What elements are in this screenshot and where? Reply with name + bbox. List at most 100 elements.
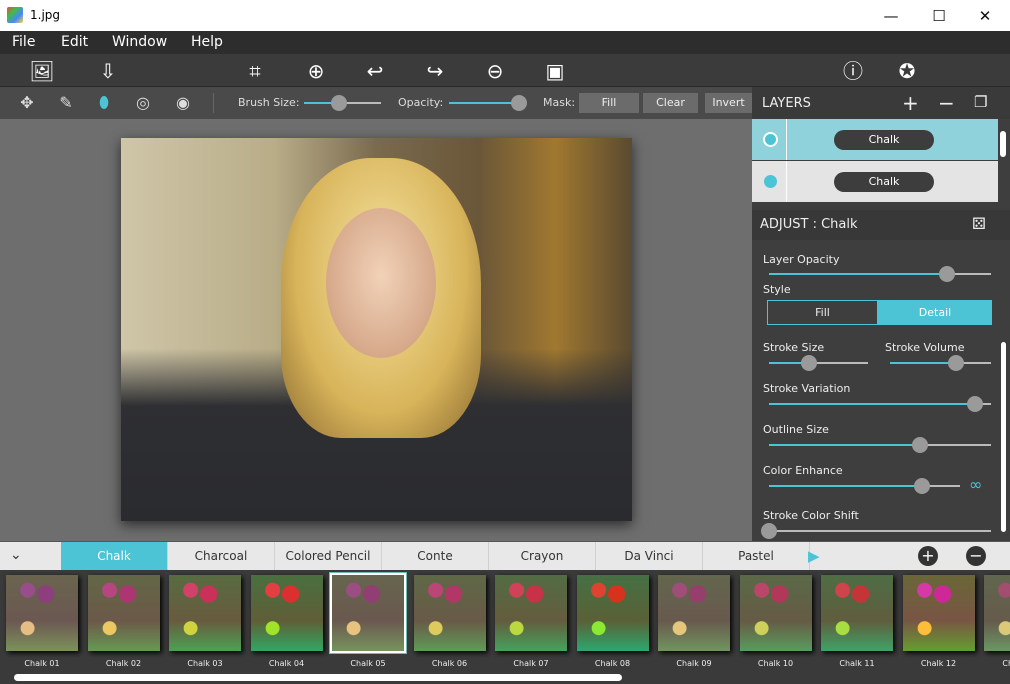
- redo-icon[interactable]: ↪: [422, 58, 448, 84]
- divider: [213, 93, 214, 113]
- style-fill-button[interactable]: Fill: [767, 300, 878, 325]
- tabs-next-icon[interactable]: ▶: [808, 547, 820, 565]
- brush-size-slider[interactable]: [304, 95, 381, 111]
- brush-target-icon[interactable]: ◎: [132, 93, 154, 113]
- zoom-in-icon[interactable]: ⊕: [303, 58, 329, 84]
- crop-icon[interactable]: ⌗: [242, 58, 268, 84]
- tab-chalk[interactable]: Chalk: [61, 542, 168, 571]
- menu-file[interactable]: File: [12, 34, 35, 50]
- undo-icon[interactable]: ↩: [362, 58, 388, 84]
- image-face: [326, 208, 436, 358]
- adjust-scrollbar[interactable]: [1001, 342, 1006, 532]
- brush-tool-icon[interactable]: ✎: [55, 93, 77, 113]
- opacity-slider[interactable]: [449, 95, 527, 111]
- stroke-color-shift-label: Stroke Color Shift: [763, 509, 859, 522]
- add-layer-icon[interactable]: +: [902, 91, 919, 115]
- color-enhance-slider[interactable]: [769, 478, 960, 494]
- zoom-out-icon[interactable]: ⊖: [482, 58, 508, 84]
- tab-charcoal[interactable]: Charcoal: [168, 542, 275, 571]
- stroke-variation-label: Stroke Variation: [763, 382, 851, 395]
- maximize-button[interactable]: ☐: [916, 4, 962, 28]
- app-icon: [7, 7, 23, 23]
- stroke-variation-slider[interactable]: [769, 396, 991, 412]
- style-label: Style: [763, 283, 791, 296]
- randomize-dice-icon[interactable]: ⚄: [972, 214, 986, 233]
- layer-visibility-toggle[interactable]: [764, 175, 777, 188]
- add-preset-icon[interactable]: +: [918, 546, 938, 566]
- layer-visibility-toggle[interactable]: [763, 132, 778, 147]
- tab-colored-pencil[interactable]: Colored Pencil: [275, 542, 382, 571]
- mask-target-icon[interactable]: ◉: [172, 93, 194, 113]
- mask-invert-button[interactable]: Invert: [705, 93, 752, 113]
- preset-thumbnail[interactable]: [821, 575, 893, 651]
- canvas-image[interactable]: [121, 138, 632, 521]
- layer-name: Chalk: [834, 130, 934, 150]
- preset-name: Chalk 10: [757, 659, 794, 668]
- outline-size-slider[interactable]: [769, 437, 991, 453]
- menu-help[interactable]: Help: [191, 34, 223, 50]
- preset-name: Chalk 02: [105, 659, 142, 668]
- minimize-button[interactable]: —: [868, 4, 914, 28]
- menu-bar: File Edit Window Help: [0, 31, 1010, 54]
- mask-fill-button[interactable]: Fill: [579, 93, 639, 113]
- save-icon[interactable]: ⇩: [95, 58, 121, 84]
- layer-item[interactable]: Chalk: [752, 119, 998, 160]
- preset-name: Chalk 12: [920, 659, 957, 668]
- tool-options-bar: ✥ ✎ ⬮ ◎ ◉ Brush Size: Opacity: Mask: Fil…: [0, 87, 752, 119]
- fit-image-icon[interactable]: ▣: [542, 58, 568, 84]
- window-title: 1.jpg: [30, 8, 61, 22]
- duplicate-layer-icon[interactable]: ❐: [974, 93, 987, 111]
- tab-crayon[interactable]: Crayon: [489, 542, 596, 571]
- style-detail-button[interactable]: Detail: [878, 300, 992, 325]
- preset-thumbnail[interactable]: [984, 575, 1010, 651]
- remove-preset-icon[interactable]: −: [966, 546, 986, 566]
- layers-header: LAYERS + − ❐: [752, 87, 1010, 119]
- preset-thumbnail[interactable]: [250, 575, 323, 651]
- preset-name: Chalk 04: [268, 659, 305, 668]
- title-bar: 1.jpg — ☐ ✕: [0, 0, 1010, 31]
- link-icon[interactable]: ∞: [969, 475, 982, 494]
- eraser-tool-icon[interactable]: ⬮: [93, 93, 115, 113]
- stroke-size-slider[interactable]: [769, 355, 868, 371]
- preset-thumbnail[interactable]: [330, 573, 406, 653]
- preset-name: Chalk 06: [431, 659, 468, 668]
- layer-opacity-slider[interactable]: [769, 266, 991, 282]
- layers-scrollbar[interactable]: [1000, 131, 1006, 157]
- preset-thumbnail[interactable]: [739, 575, 812, 651]
- mask-clear-button[interactable]: Clear: [643, 93, 698, 113]
- preset-thumbnail[interactable]: [495, 575, 567, 651]
- preset-name: Chalk 08: [594, 659, 631, 668]
- tab-conte[interactable]: Conte: [382, 542, 489, 571]
- settings-icon[interactable]: ✪: [894, 58, 920, 84]
- stroke-color-shift-slider[interactable]: [761, 523, 991, 539]
- preset-thumbnail[interactable]: [87, 575, 160, 651]
- collapse-chevron-icon[interactable]: ⌄: [10, 547, 22, 563]
- stroke-size-label: Stroke Size: [763, 341, 825, 354]
- preset-name: Chalk 05: [350, 659, 386, 668]
- move-tool-icon[interactable]: ✥: [16, 93, 38, 113]
- remove-layer-icon[interactable]: −: [938, 91, 955, 115]
- preset-thumbnail[interactable]: [902, 575, 975, 651]
- open-image-icon[interactable]: 🖼: [29, 58, 55, 84]
- preset-scrollbar[interactable]: [14, 674, 622, 681]
- info-icon[interactable]: ⓘ: [840, 58, 866, 84]
- preset-thumbnail[interactable]: [576, 575, 649, 651]
- preset-thumbnail[interactable]: [658, 575, 730, 651]
- tab-da-vinci[interactable]: Da Vinci: [596, 542, 703, 571]
- color-enhance-label: Color Enhance: [763, 464, 843, 477]
- preset-name: Chalk 13: [1002, 659, 1010, 668]
- menu-window[interactable]: Window: [112, 34, 167, 50]
- close-button[interactable]: ✕: [962, 4, 1008, 28]
- layer-name: Chalk: [834, 172, 934, 192]
- outline-size-label: Outline Size: [763, 423, 829, 436]
- menu-edit[interactable]: Edit: [61, 34, 88, 50]
- layer-item[interactable]: Chalk: [752, 161, 998, 202]
- stroke-volume-slider[interactable]: [890, 355, 991, 371]
- preset-name: Chalk 11: [839, 659, 875, 668]
- preset-strip: Chalk 01 Chalk 02 Chalk 03 Chalk 04 Chalk 05…: [0, 570, 1010, 684]
- preset-thumbnail[interactable]: [413, 575, 486, 651]
- preset-name: Chalk 09: [676, 659, 712, 668]
- tab-pastel[interactable]: Pastel: [703, 542, 810, 571]
- preset-thumbnail[interactable]: [169, 575, 241, 651]
- preset-thumbnail[interactable]: [6, 575, 78, 651]
